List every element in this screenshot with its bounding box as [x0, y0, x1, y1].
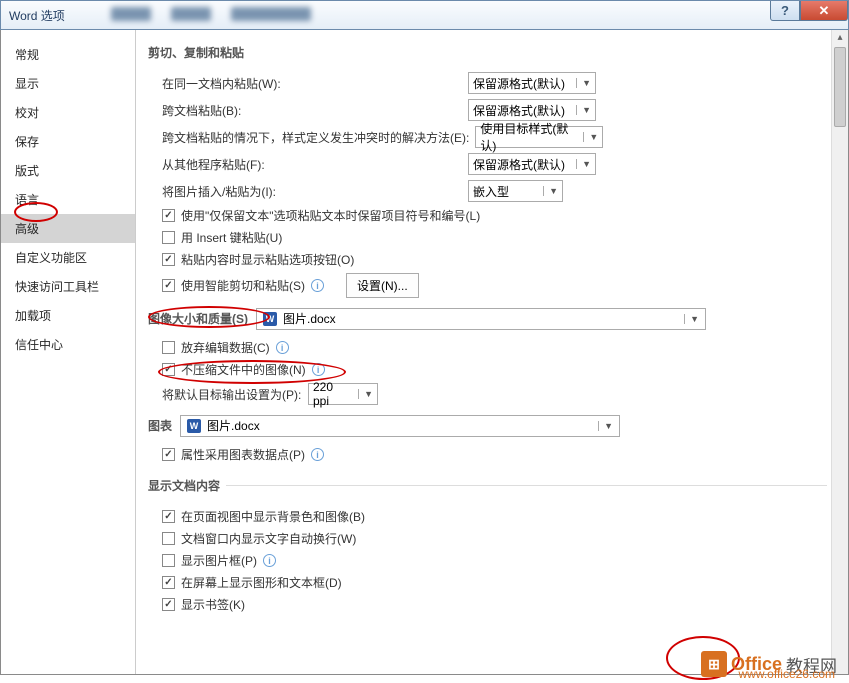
word-icon: W — [187, 419, 201, 433]
sidebar-item-qat[interactable]: 快速访问工具栏 — [1, 272, 135, 301]
label-bookmarks: 显示书签(K) — [181, 596, 245, 613]
chevron-down-icon: ▼ — [684, 314, 699, 324]
label-pic-frame: 显示图片框(P) — [181, 552, 257, 569]
sidebar-item-language[interactable]: 语言 — [1, 185, 135, 214]
checkbox-no-compress[interactable] — [162, 363, 175, 376]
office-icon: ⊞ — [701, 651, 727, 677]
label-insert-key: 用 Insert 键粘贴(U) — [181, 229, 282, 246]
sidebar-item-layout[interactable]: 版式 — [1, 156, 135, 185]
sidebar: 常规 显示 校对 保存 版式 语言 高级 自定义功能区 快速访问工具栏 加载项 … — [1, 30, 136, 674]
checkbox-wrap-text[interactable] — [162, 532, 175, 545]
checkbox-draw-text[interactable] — [162, 576, 175, 589]
vertical-scrollbar[interactable] — [831, 30, 848, 674]
label-from-other: 从其他程序粘贴(F): — [162, 156, 462, 173]
help-button[interactable]: ? — [770, 1, 800, 21]
label-cross-doc: 跨文档粘贴(B): — [162, 102, 462, 119]
section-chart: 图表 — [148, 417, 172, 434]
label-smart-cut: 使用智能剪切和粘贴(S) — [181, 277, 305, 294]
checkbox-prop-datapoint[interactable] — [162, 448, 175, 461]
label-wrap-text: 文档窗口内显示文字自动换行(W) — [181, 530, 356, 547]
sidebar-item-addins[interactable]: 加载项 — [1, 301, 135, 330]
label-keep-bullets: 使用"仅保留文本"选项粘贴文本时保留项目符号和编号(L) — [181, 207, 480, 224]
checkbox-keep-bullets[interactable] — [162, 209, 175, 222]
sidebar-item-trust[interactable]: 信任中心 — [1, 330, 135, 359]
checkbox-show-paste-btn[interactable] — [162, 253, 175, 266]
watermark-url: www.office26.com — [739, 667, 836, 681]
window-title: Word 选项 — [9, 7, 65, 24]
chevron-down-icon: ▼ — [583, 132, 598, 142]
checkbox-smart-cut[interactable] — [162, 279, 175, 292]
info-icon[interactable]: i — [312, 363, 325, 376]
select-within-doc[interactable]: 保留源格式(默认)▼ — [468, 72, 596, 94]
label-discard-edit: 放弃编辑数据(C) — [181, 339, 270, 356]
sidebar-item-customize-ribbon[interactable]: 自定义功能区 — [1, 243, 135, 272]
sidebar-item-save[interactable]: 保存 — [1, 127, 135, 156]
scrollbar-thumb[interactable] — [834, 47, 846, 127]
checkbox-discard-edit[interactable] — [162, 341, 175, 354]
label-bg-page: 在页面视图中显示背景色和图像(B) — [181, 508, 365, 525]
label-default-res: 将默认目标输出设置为(P): — [162, 386, 302, 403]
sidebar-item-general[interactable]: 常规 — [1, 40, 135, 69]
label-draw-text: 在屏幕上显示图形和文本框(D) — [181, 574, 342, 591]
label-prop-datapoint: 属性采用图表数据点(P) — [181, 446, 305, 463]
section-display-content: 显示文档内容 — [148, 477, 220, 494]
select-default-res[interactable]: 220 ppi▼ — [308, 383, 378, 405]
checkbox-insert-key[interactable] — [162, 231, 175, 244]
select-image-doc[interactable]: W图片.docx ▼ — [256, 308, 706, 330]
word-icon: W — [263, 312, 277, 326]
chevron-down-icon: ▼ — [358, 389, 373, 399]
select-from-other[interactable]: 保留源格式(默认)▼ — [468, 153, 596, 175]
select-insert-pic[interactable]: 嵌入型▼ — [468, 180, 563, 202]
content-panel: 剪切、复制和粘贴 在同一文档内粘贴(W): 保留源格式(默认)▼ 跨文档粘贴(B… — [136, 30, 831, 674]
info-icon[interactable]: i — [263, 554, 276, 567]
select-cross-doc[interactable]: 保留源格式(默认)▼ — [468, 99, 596, 121]
chevron-down-icon: ▼ — [576, 159, 591, 169]
label-show-paste-btn: 粘贴内容时显示粘贴选项按钮(O) — [181, 251, 354, 268]
select-chart-doc[interactable]: W图片.docx ▼ — [180, 415, 620, 437]
label-within-doc: 在同一文档内粘贴(W): — [162, 75, 462, 92]
chevron-down-icon: ▼ — [576, 78, 591, 88]
label-insert-pic: 将图片插入/粘贴为(I): — [162, 183, 462, 200]
sidebar-item-display[interactable]: 显示 — [1, 69, 135, 98]
checkbox-bookmarks[interactable] — [162, 598, 175, 611]
label-cross-conflict: 跨文档粘贴的情况下，样式定义发生冲突时的解决方法(E): — [162, 129, 469, 146]
info-icon[interactable]: i — [276, 341, 289, 354]
settings-button[interactable]: 设置(N)... — [346, 273, 419, 298]
chevron-down-icon: ▼ — [543, 186, 558, 196]
section-cut-copy-paste: 剪切、复制和粘贴 — [148, 44, 244, 61]
chevron-down-icon: ▼ — [576, 105, 591, 115]
close-button[interactable]: ✕ — [800, 1, 848, 21]
checkbox-pic-frame[interactable] — [162, 554, 175, 567]
info-icon[interactable]: i — [311, 279, 324, 292]
section-image-quality: 图像大小和质量(S) — [148, 310, 248, 327]
sidebar-item-advanced[interactable]: 高级 — [1, 214, 135, 243]
titlebar: Word 选项 ? ✕ — [0, 0, 849, 30]
chevron-down-icon: ▼ — [598, 421, 613, 431]
checkbox-bg-page[interactable] — [162, 510, 175, 523]
sidebar-item-proofing[interactable]: 校对 — [1, 98, 135, 127]
label-no-compress: 不压缩文件中的图像(N) — [181, 361, 306, 378]
info-icon[interactable]: i — [311, 448, 324, 461]
select-cross-conflict[interactable]: 使用目标样式(默认)▼ — [475, 126, 603, 148]
